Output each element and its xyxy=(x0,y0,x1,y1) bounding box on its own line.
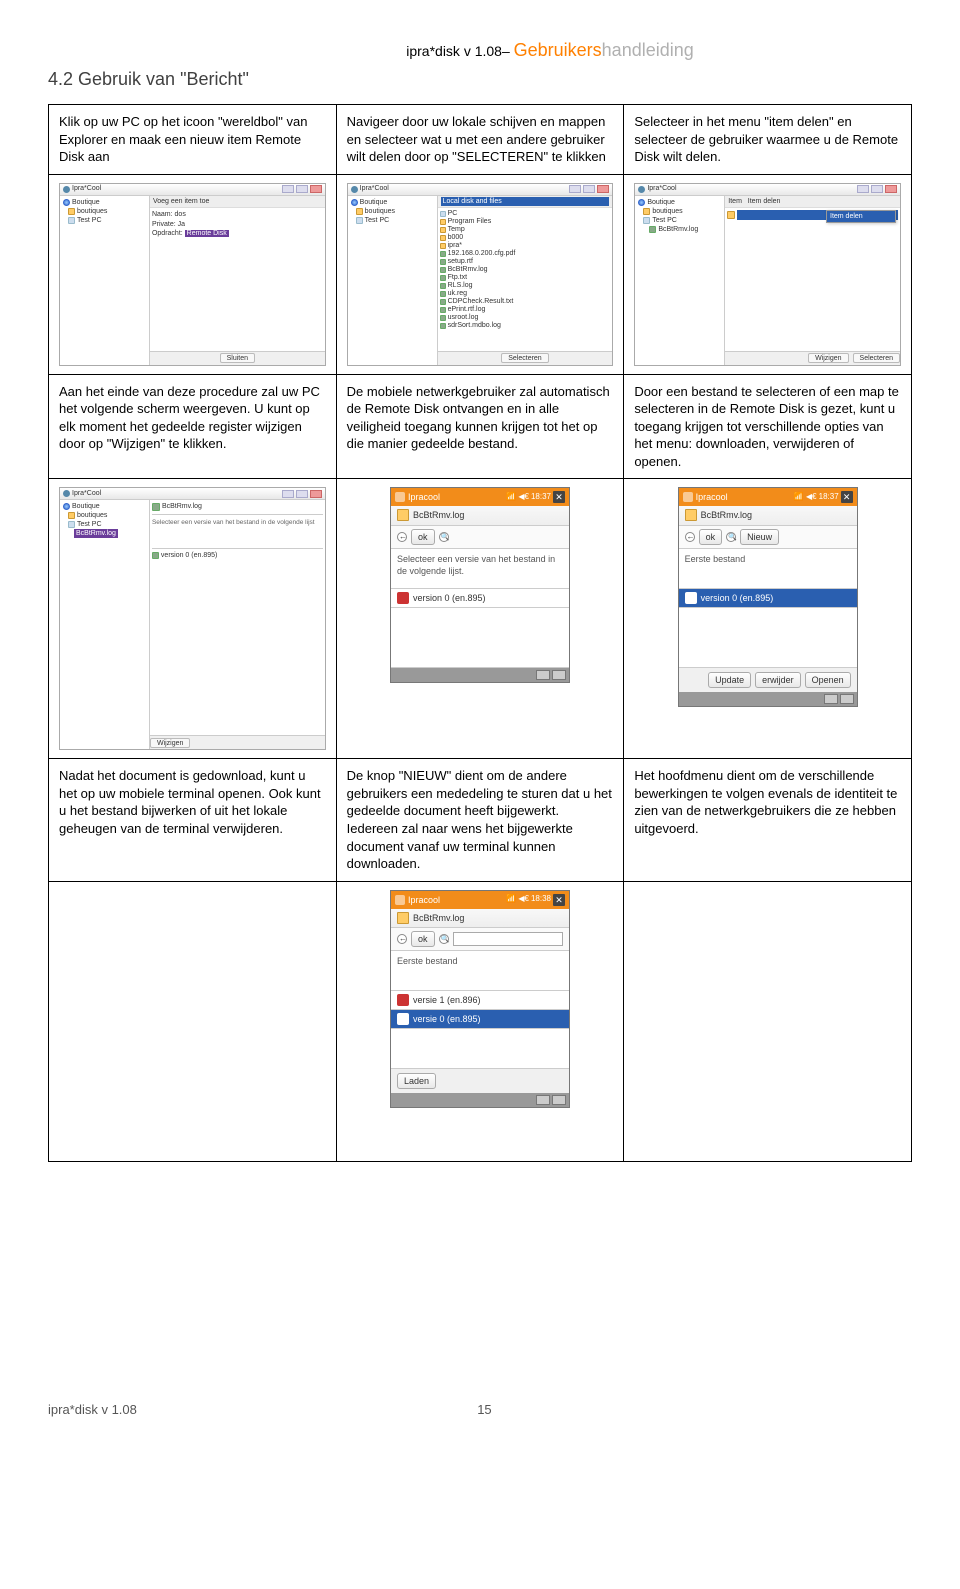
step-7-text: Nadat het document is gedownload, kunt u… xyxy=(49,759,337,881)
ok-button[interactable]: ok xyxy=(699,529,723,545)
update-button[interactable]: Update xyxy=(708,672,751,688)
select-button[interactable]: Selecteren xyxy=(501,353,548,363)
back-icon[interactable] xyxy=(685,532,695,542)
context-menu[interactable]: Item delen xyxy=(826,210,896,223)
delete-button[interactable]: erwijder xyxy=(755,672,801,688)
title-word-1: Gebruikers xyxy=(514,40,602,60)
page-footer: ipra*disk v 1.08 15 xyxy=(0,1182,960,1437)
remote-disk-selection[interactable]: Remote Disk xyxy=(185,230,229,237)
item-menu[interactable]: Item xyxy=(728,198,742,205)
close-icon[interactable]: ✕ xyxy=(553,491,565,503)
step-8-text: De knop "NIEUW" dient om de andere gebru… xyxy=(336,759,624,881)
zoom-icon[interactable] xyxy=(726,532,736,542)
step-1-text: Klik op uw PC op het icoon "wereldbol" v… xyxy=(49,105,337,175)
step-1-screenshot: Ipra*Cool Boutique boutiques Test PC Voe… xyxy=(49,174,337,374)
close-button[interactable]: Sluiten xyxy=(220,353,255,363)
step-5-screenshot: Ipracool📶 ◀€18:37✕ BcBtRmv.log ok Select… xyxy=(336,479,624,759)
ok-button[interactable]: ok xyxy=(411,931,435,947)
footer-version: ipra*disk v 1.08 xyxy=(48,1402,137,1417)
laden-button[interactable]: Laden xyxy=(397,1073,436,1089)
pc-icon xyxy=(68,217,75,224)
dropdown[interactable] xyxy=(453,932,563,946)
step-3-screenshot: Ipra*Cool Boutique boutiques Test PC BcB… xyxy=(624,174,912,374)
step-8-screenshot: Ipracool📶 ◀€18:38✕ BcBtRmv.log ok Eerste… xyxy=(336,881,624,1161)
step-6-text: Door een bestand te selecteren of een ma… xyxy=(624,374,912,479)
step-2-screenshot: Ipra*Cool Boutique boutiques Test PC Loc… xyxy=(336,174,624,374)
select-button[interactable]: Selecteren xyxy=(853,353,900,363)
folder-icon xyxy=(68,208,75,215)
modify-button[interactable]: Wijzigen xyxy=(150,738,190,748)
zoom-icon[interactable] xyxy=(439,532,449,542)
close-icon[interactable]: ✕ xyxy=(841,491,853,503)
step-2-text: Navigeer door uw lokale schijven en mapp… xyxy=(336,105,624,175)
page-header: ipra*disk v 1.08– Gebruikershandleiding xyxy=(188,40,912,61)
version-row-0-selected[interactable]: versie 0 (en.895) xyxy=(391,1010,569,1029)
version-row-1[interactable]: versie 1 (en.896) xyxy=(391,991,569,1010)
keyboard-icon[interactable] xyxy=(536,670,550,680)
file-icon xyxy=(397,509,409,521)
step-5-text: De mobiele netwerkgebruiker zal automati… xyxy=(336,374,624,479)
back-icon[interactable] xyxy=(397,934,407,944)
step-4-screenshot: Ipra*Cool Boutique boutiques Test PC BcB… xyxy=(49,479,337,759)
empty-cell xyxy=(49,881,337,1161)
close-icon[interactable]: ✕ xyxy=(553,894,565,906)
step-4-text: Aan het einde van deze procedure zal uw … xyxy=(49,374,337,479)
step-3-text: Selecteer in het menu "item delen" en se… xyxy=(624,105,912,175)
title-word-2: handleiding xyxy=(602,40,694,60)
modify-button[interactable]: Wijzigen xyxy=(808,353,848,363)
step-6-screenshot: Ipracool📶 ◀€18:37✕ BcBtRmv.log okNieuw E… xyxy=(624,479,912,759)
step-9-text: Het hoofdmenu dient om de verschillende … xyxy=(624,759,912,881)
app-icon xyxy=(395,492,405,502)
empty-cell xyxy=(624,881,912,1161)
version-row-selected[interactable]: version 0 (en.895) xyxy=(679,589,857,608)
version-row[interactable]: version 0 (en.895) xyxy=(391,589,569,608)
back-icon[interactable] xyxy=(397,532,407,542)
version-icon xyxy=(397,592,409,604)
ok-button[interactable]: ok xyxy=(411,529,435,545)
nieuw-button[interactable]: Nieuw xyxy=(740,529,779,545)
instruction-table: Klik op uw PC op het icoon "wereldbol" v… xyxy=(48,104,912,1162)
zoom-icon[interactable] xyxy=(439,934,449,944)
version-prefix: ipra*disk v 1.08– xyxy=(406,43,510,59)
section-title: 4.2 Gebruik van "Bericht" xyxy=(48,69,912,90)
footer-page-number: 15 xyxy=(477,1402,491,1417)
globe-icon xyxy=(63,199,70,206)
open-button[interactable]: Openen xyxy=(805,672,851,688)
